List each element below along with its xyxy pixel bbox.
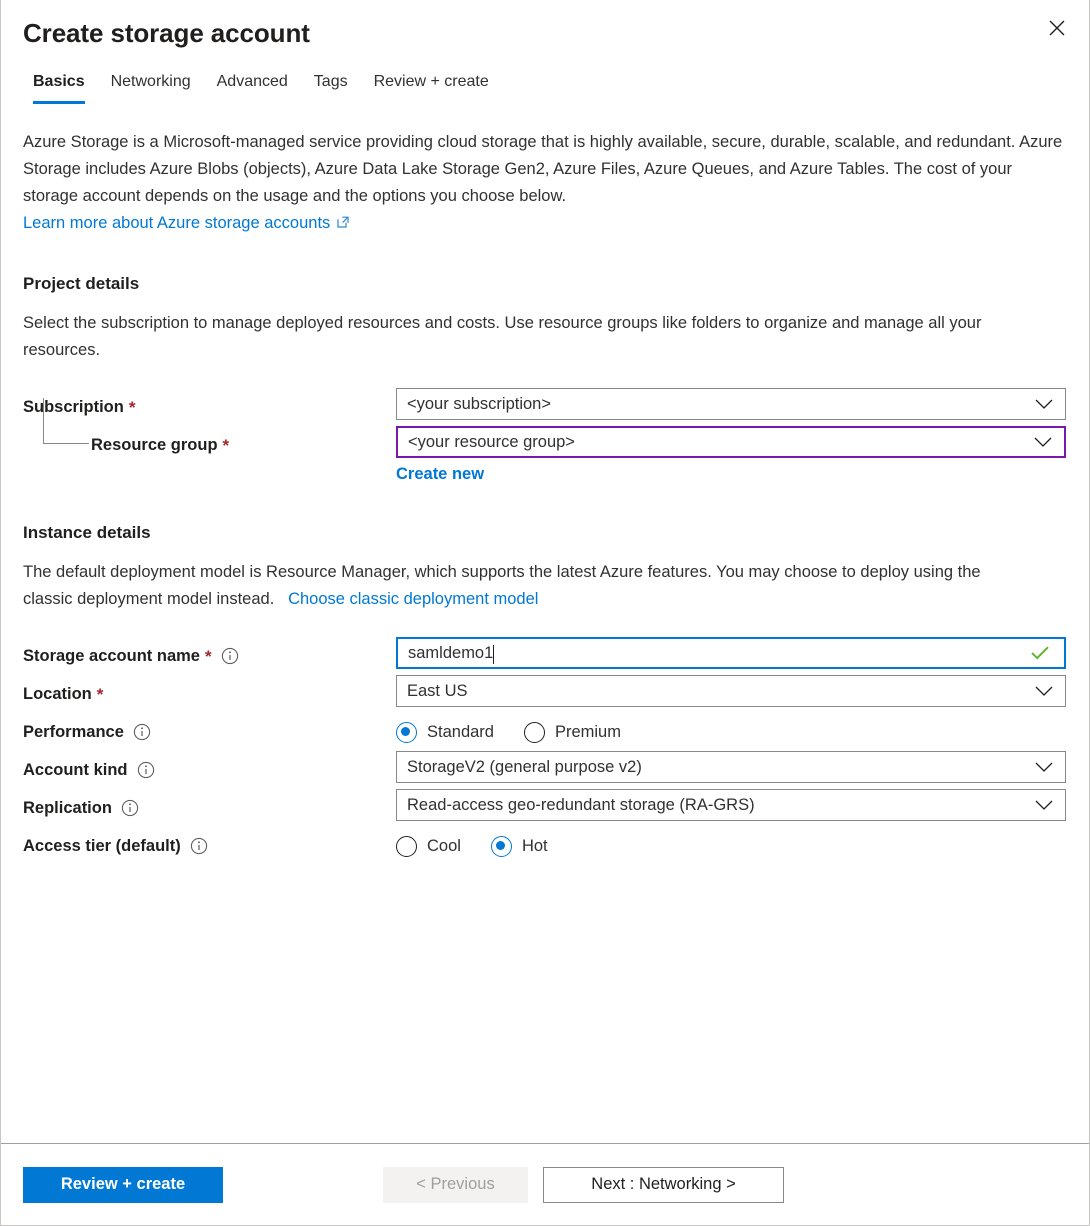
access-tier-field-col: Cool Hot: [396, 827, 1066, 865]
info-icon[interactable]: [190, 837, 208, 855]
required-marker: *: [129, 397, 136, 419]
choose-classic-deployment-model-link[interactable]: Choose classic deployment model: [288, 590, 538, 608]
project-details-description: Select the subscription to manage deploy…: [23, 310, 1023, 364]
required-marker: *: [223, 435, 230, 457]
radio-cool[interactable]: [396, 836, 417, 857]
chevron-down-icon: [1035, 399, 1057, 410]
access-tier-radio-group: Cool Hot: [396, 827, 1066, 865]
instance-details-fields: Storage account name * samlde: [23, 637, 1067, 865]
info-icon[interactable]: [133, 723, 151, 741]
info-icon[interactable]: [137, 761, 155, 779]
next-networking-button[interactable]: Next : Networking >: [543, 1167, 784, 1203]
account-kind-row: Account kind StorageV2 (general purpose …: [23, 751, 1067, 789]
blade-content: Azure Storage is a Microsoft-managed ser…: [1, 104, 1089, 1143]
storage-account-name-field-col: samldemo1: [396, 637, 1066, 669]
external-link-icon: [336, 211, 350, 238]
access-tier-row: Access tier (default): [23, 827, 1067, 865]
blade-header: Create storage account: [1, 0, 1089, 50]
location-field-col: East US: [396, 675, 1066, 707]
resource-group-value: <your resource group>: [408, 427, 1034, 457]
review-create-button[interactable]: Review + create: [23, 1167, 223, 1203]
storage-account-name-input[interactable]: samldemo1: [396, 637, 1066, 669]
resource-group-field-col: <your resource group> Create new: [396, 426, 1066, 486]
blade-footer: Review + create < Previous Next : Networ…: [1, 1143, 1089, 1225]
storage-account-name-label: Storage account name *: [23, 645, 239, 667]
tab-review-create[interactable]: Review + create: [361, 71, 502, 104]
subscription-field-col: <your subscription>: [396, 388, 1066, 420]
tab-tags[interactable]: Tags: [301, 71, 361, 104]
page-title: Create storage account: [23, 16, 1067, 50]
radio-standard[interactable]: [396, 722, 417, 743]
subscription-row: Subscription * <your subscription>: [23, 388, 1067, 426]
project-details-heading: Project details: [23, 272, 1067, 296]
create-new-resource-group-link[interactable]: Create new: [396, 462, 484, 486]
tab-networking[interactable]: Networking: [98, 71, 204, 104]
info-icon[interactable]: [121, 799, 139, 817]
instance-details-heading: Instance details: [23, 521, 1067, 545]
replication-field-col: Read-access geo-redundant storage (RA-GR…: [396, 789, 1066, 821]
account-kind-value: StorageV2 (general purpose v2): [407, 752, 1035, 782]
intro-paragraph: Azure Storage is a Microsoft-managed ser…: [23, 129, 1067, 210]
performance-row: Performance: [23, 713, 1067, 751]
replication-label: Replication: [23, 797, 139, 819]
text-caret: [493, 645, 494, 664]
instance-details-description: The default deployment model is Resource…: [23, 559, 1023, 613]
chevron-down-icon: [1035, 762, 1057, 773]
location-select[interactable]: East US: [396, 675, 1066, 707]
storage-account-name-label-col: Storage account name *: [23, 637, 396, 675]
resource-group-select[interactable]: <your resource group>: [396, 426, 1066, 458]
resource-group-label: Resource group *: [91, 434, 229, 456]
tab-bar: Basics Networking Advanced Tags Review +…: [1, 71, 1089, 104]
account-kind-label: Account kind: [23, 759, 155, 781]
tab-basics[interactable]: Basics: [23, 71, 98, 104]
access-tier-label-col: Access tier (default): [23, 827, 396, 865]
performance-radio-group: Standard Premium: [396, 713, 1066, 751]
access-tier-option-hot[interactable]: Hot: [491, 835, 548, 857]
tab-advanced[interactable]: Advanced: [204, 71, 301, 104]
storage-account-name-row: Storage account name * samlde: [23, 637, 1067, 675]
resource-group-label-col: Resource group *: [23, 426, 396, 464]
replication-label-col: Replication: [23, 789, 396, 827]
create-storage-account-blade: Create storage account Basics Networking…: [0, 0, 1090, 1226]
location-label: Location *: [23, 683, 103, 705]
performance-label-col: Performance: [23, 713, 396, 751]
performance-field-col: Standard Premium: [396, 713, 1066, 751]
performance-option-standard[interactable]: Standard: [396, 721, 494, 743]
subscription-label: Subscription *: [23, 396, 135, 418]
replication-row: Replication Read-access geo-redundant st…: [23, 789, 1067, 827]
checkmark-icon: [1030, 645, 1056, 661]
access-tier-label: Access tier (default): [23, 835, 208, 857]
location-row: Location * East US: [23, 675, 1067, 713]
radio-hot[interactable]: [491, 836, 512, 857]
chevron-down-icon: [1035, 800, 1057, 811]
previous-button: < Previous: [383, 1167, 528, 1203]
required-marker: *: [205, 646, 212, 668]
info-icon[interactable]: [221, 647, 239, 665]
storage-account-name-value: samldemo1: [408, 638, 1030, 668]
performance-label: Performance: [23, 721, 151, 743]
required-marker: *: [97, 684, 104, 706]
location-label-col: Location *: [23, 675, 396, 713]
close-icon[interactable]: [1037, 8, 1077, 48]
account-kind-select[interactable]: StorageV2 (general purpose v2): [396, 751, 1066, 783]
performance-option-premium[interactable]: Premium: [524, 721, 621, 743]
subscription-label-col: Subscription *: [23, 388, 396, 426]
subscription-select[interactable]: <your subscription>: [396, 388, 1066, 420]
learn-more-link[interactable]: Learn more about Azure storage accounts: [23, 210, 350, 237]
account-kind-label-col: Account kind: [23, 751, 396, 789]
project-details-fields: Subscription * <your subscription>: [23, 388, 1067, 486]
location-value: East US: [407, 676, 1035, 706]
chevron-down-icon: [1034, 437, 1056, 448]
learn-more-label: Learn more about Azure storage accounts: [23, 210, 330, 237]
chevron-down-icon: [1035, 686, 1057, 697]
replication-select[interactable]: Read-access geo-redundant storage (RA-GR…: [396, 789, 1066, 821]
resource-group-row: Resource group * <your resource group> C…: [23, 426, 1067, 486]
account-kind-field-col: StorageV2 (general purpose v2): [396, 751, 1066, 783]
access-tier-option-cool[interactable]: Cool: [396, 835, 461, 857]
subscription-value: <your subscription>: [407, 389, 1035, 419]
replication-value: Read-access geo-redundant storage (RA-GR…: [407, 790, 1035, 820]
radio-premium[interactable]: [524, 722, 545, 743]
